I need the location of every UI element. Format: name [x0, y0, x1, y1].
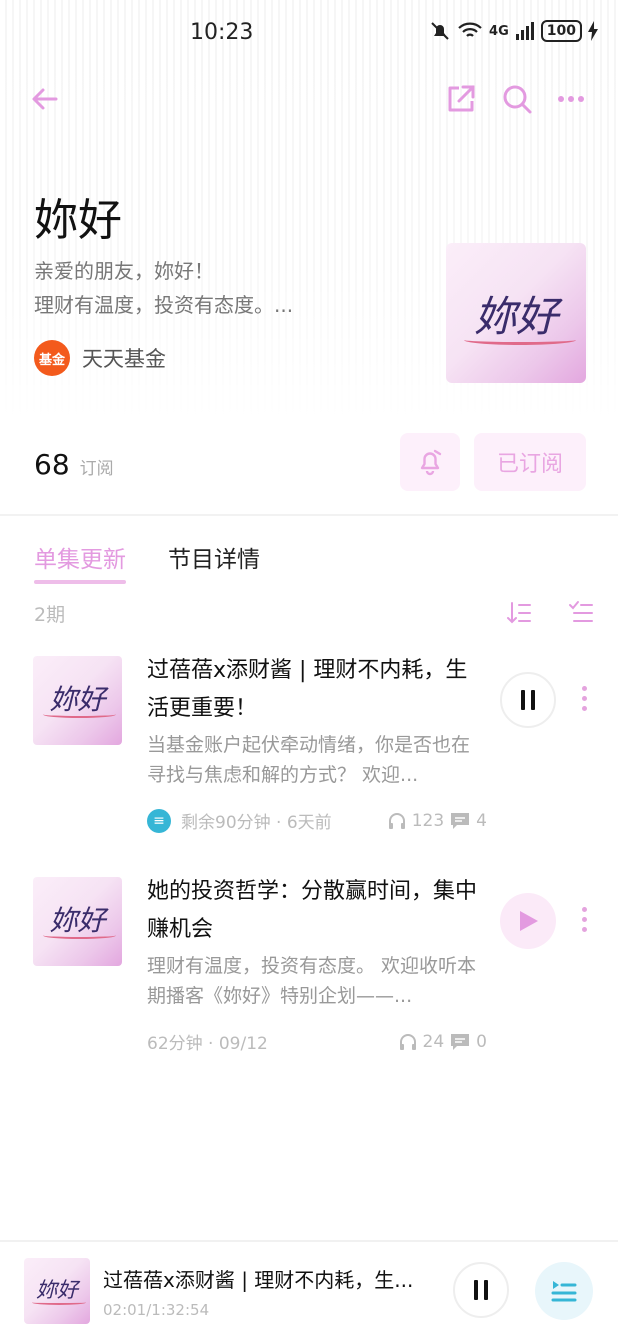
pause-icon [521, 690, 535, 710]
episode-duration-date: 62分钟 · 09/12 [147, 1034, 268, 1054]
tab-episodes[interactable]: 单集更新 [34, 540, 126, 584]
back-arrow-icon [32, 88, 58, 110]
headphones-icon [399, 1033, 416, 1050]
podcast-cover: 妳好 [446, 243, 586, 383]
wifi-icon [458, 22, 482, 37]
notification-bell-button[interactable] [400, 433, 460, 491]
episode-description: 当基金账户起伏牵动情绪，你是否也在寻找与焦虑和解的方式？ 欢迎... [147, 734, 471, 786]
content-tabs: 单集更新 节目详情 [34, 540, 260, 584]
episode-meta: 62分钟 · 09/12 24 0 [147, 1029, 487, 1055]
status-time: 10:23 [190, 20, 254, 45]
episode-cover: 妳好 [33, 656, 122, 745]
back-button[interactable] [22, 76, 68, 122]
signal-icon [515, 22, 534, 40]
search-button[interactable] [494, 76, 540, 122]
player-cover: 妳好 [24, 1258, 90, 1324]
bell-icon [420, 449, 442, 476]
search-icon [503, 85, 532, 114]
comment-icon [451, 1033, 470, 1050]
episode-more-button[interactable] [574, 678, 594, 718]
playing-indicator-icon: ≡ [147, 808, 171, 833]
subscriber-label: 订阅 [79, 459, 114, 479]
author-avatar: 基金 [34, 340, 70, 376]
network-type-label: 4G [489, 23, 509, 39]
episode-item[interactable]: 妳好 过蓓蓓x添财酱 | 理财不内耗，生活更重要！ 当基金账户起伏牵动情绪，你是… [0, 656, 618, 856]
player-title: 过蓓蓓x添财酱 | 理财不内耗，生... [103, 1268, 414, 1292]
tab-details[interactable]: 节目详情 [168, 540, 260, 584]
comment-count: 4 [476, 810, 487, 831]
comment-count: 0 [476, 1031, 487, 1052]
play-icon [520, 911, 538, 931]
charging-icon [588, 21, 598, 41]
subscriber-count: 68 [34, 448, 70, 481]
author-link[interactable]: 基金 天天基金 [34, 340, 166, 376]
sort-order-button[interactable] [504, 598, 534, 628]
checklist-icon [569, 601, 593, 622]
more-menu-button[interactable] [548, 76, 594, 122]
podcast-title: 妳好 [34, 195, 122, 246]
mute-bell-icon [431, 22, 449, 40]
episode-item[interactable]: 妳好 她的投资哲学：分散赢时间，集中赚机会 理财有温度，投资有态度。 欢迎收听本… [0, 877, 618, 1077]
top-navigation [0, 76, 618, 122]
description-line-1: 亲爱的朋友，妳好！ [34, 259, 214, 283]
more-horizontal-icon [558, 96, 584, 102]
podcast-description: 亲爱的朋友，妳好！ 理财有温度，投资有态度。... [34, 254, 414, 322]
player-time: 02:01/1:32:54 [103, 1301, 210, 1319]
share-button[interactable] [438, 76, 484, 122]
sort-order-icon [507, 602, 531, 624]
subscribed-button[interactable]: 已订阅 [474, 433, 586, 491]
episode-count: 2期 [34, 604, 66, 626]
listen-count: 24 [422, 1031, 445, 1052]
share-icon [448, 85, 475, 112]
play-button[interactable] [500, 893, 556, 949]
description-line-2: 理财有温度，投资有态度。... [34, 293, 294, 317]
mini-player[interactable]: 妳好 过蓓蓓x添财酱 | 理财不内耗，生... 02:01/1:32:54 [0, 1240, 618, 1338]
subscriber-stats: 68 订阅 [34, 448, 114, 481]
headphones-icon [388, 812, 405, 829]
battery-indicator: 100 [540, 20, 582, 42]
episode-title: 她的投资哲学：分散赢时间，集中赚机会 [147, 879, 478, 942]
episode-duration-date: 剩余90分钟 · 6天前 [181, 813, 332, 833]
player-pause-button[interactable] [453, 1262, 509, 1318]
author-name: 天天基金 [82, 347, 166, 371]
comment-icon [451, 812, 470, 829]
playlist-button[interactable] [535, 1262, 593, 1320]
episode-more-button[interactable] [574, 899, 594, 939]
playlist-icon [551, 1281, 577, 1302]
episode-cover: 妳好 [33, 877, 122, 966]
status-icons: 4G 100 [429, 20, 598, 42]
episode-meta: ≡ 剩余90分钟 · 6天前 123 4 [147, 808, 487, 833]
listen-count: 123 [411, 810, 445, 831]
section-divider [0, 514, 618, 516]
pause-icon [474, 1280, 488, 1300]
episode-description: 理财有温度，投资有态度。 欢迎收听本期播客《妳好》特别企划——... [147, 955, 477, 1007]
status-bar: 10:23 4G 100 [0, 0, 618, 66]
episode-title: 过蓓蓓x添财酱 | 理财不内耗，生活更重要！ [147, 658, 468, 721]
pause-button[interactable] [500, 672, 556, 728]
batch-select-button[interactable] [566, 598, 596, 628]
